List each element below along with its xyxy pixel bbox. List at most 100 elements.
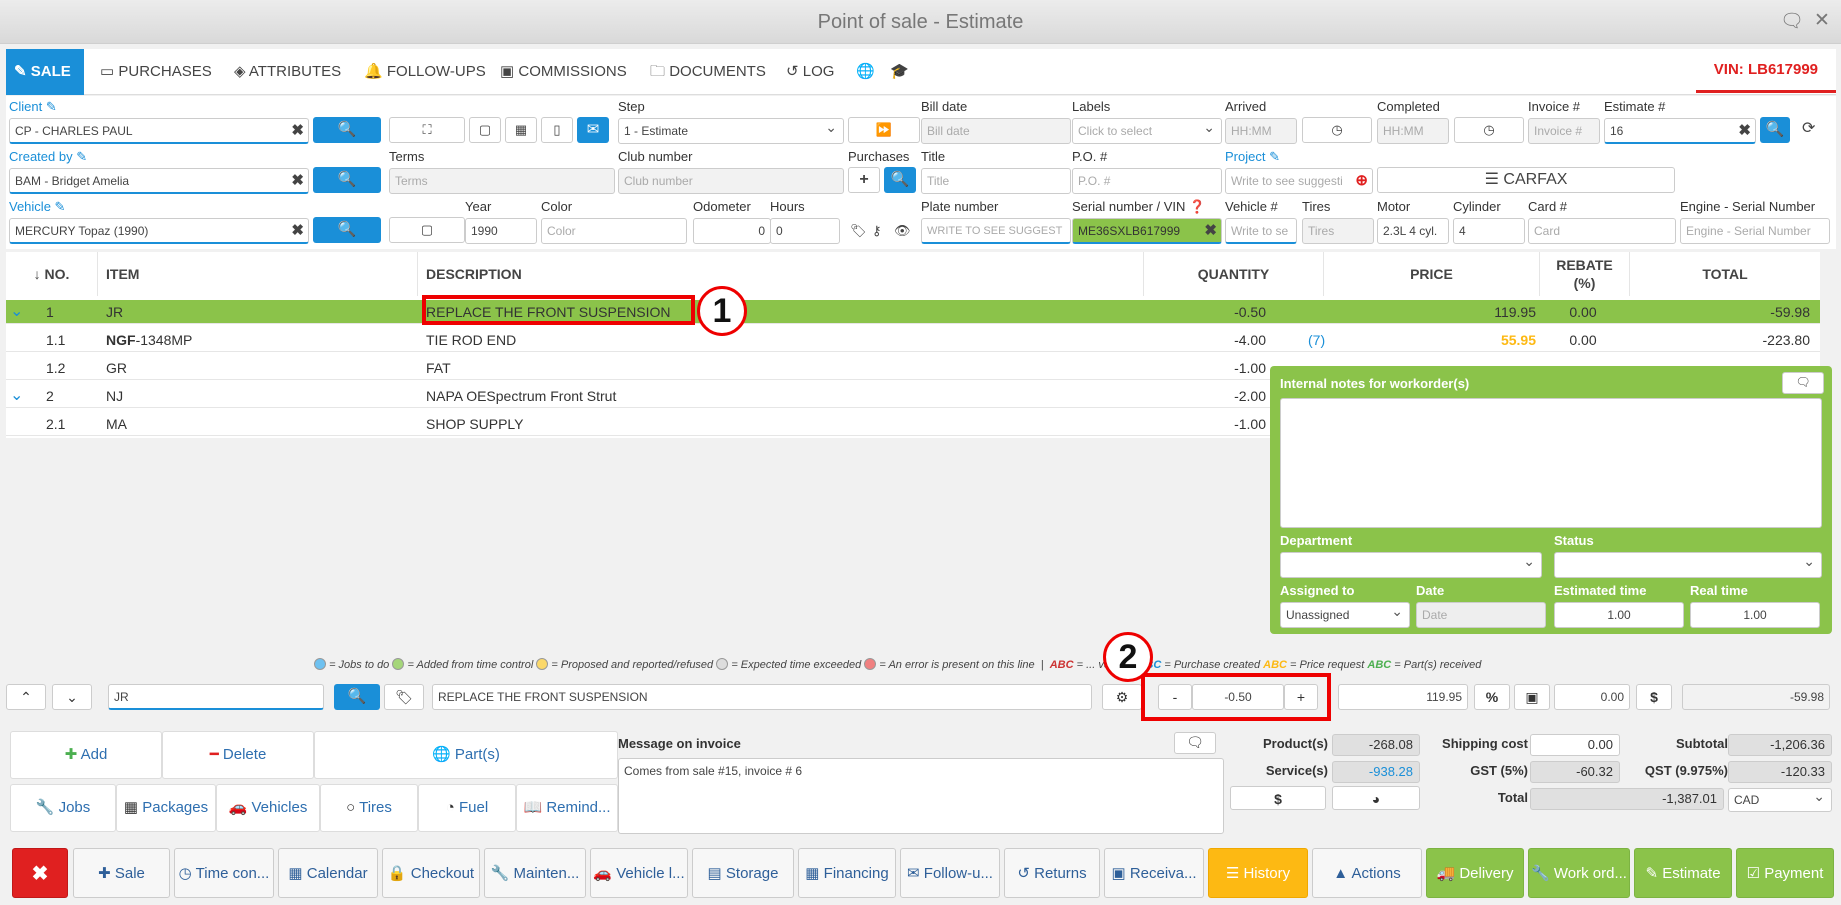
refresh-icon[interactable]: ⟳ xyxy=(1802,116,1815,142)
tab-commissions[interactable]: ▣ COMMISSIONS xyxy=(492,49,635,95)
vehicles-button[interactable]: 🚗 Vehicles xyxy=(216,784,320,832)
created-by-search-button[interactable]: 🔍 xyxy=(313,167,381,193)
rebate-input[interactable]: 0.00 xyxy=(1554,684,1630,710)
terms-input[interactable]: Terms xyxy=(389,168,615,194)
invoice-input[interactable]: Invoice # xyxy=(1528,118,1600,144)
footer-estimate-button[interactable]: ✎ Estimate xyxy=(1634,848,1732,898)
footer-time-control-button[interactable]: ◷ Time con... xyxy=(174,848,274,898)
message-textarea[interactable]: Comes from sale #15, invoice # 6 xyxy=(618,758,1224,834)
add-circle-icon[interactable]: ⊕ xyxy=(1355,169,1368,193)
chat-icon[interactable]: 🗨 xyxy=(1780,9,1804,33)
tires-input[interactable]: Tires xyxy=(1302,218,1374,244)
add-purchase-button[interactable]: + xyxy=(848,167,880,193)
completed-input[interactable]: HH:MM xyxy=(1377,118,1449,144)
jobs-button[interactable]: 🔧 Jobs xyxy=(10,784,116,832)
arrived-input[interactable]: HH:MM xyxy=(1225,118,1297,144)
tires-button[interactable]: ○ Tires xyxy=(320,784,418,832)
arrived-clock-button[interactable]: ◷ xyxy=(1302,117,1372,143)
description-input[interactable]: REPLACE THE FRONT SUSPENSION xyxy=(432,684,1092,710)
move-down-button[interactable]: ⌄ xyxy=(52,684,92,710)
delete-button[interactable]: ━ Delete xyxy=(162,731,314,779)
project-label[interactable]: Project ✎ xyxy=(1225,149,1280,165)
tab-documents[interactable]: 🗀 DOCUMENTS xyxy=(642,49,774,95)
created-by-input[interactable]: BAM - Bridget Amelia ✖ xyxy=(9,168,309,194)
estimated-time-input[interactable]: 1.00 xyxy=(1554,602,1684,628)
message-comment-button[interactable]: 🗨 xyxy=(1174,732,1216,754)
vehicle-label[interactable]: Vehicle ✎ xyxy=(9,199,65,215)
table-row[interactable]: ⌄ 1 JR REPLACE THE FRONT SUSPENSION -0.5… xyxy=(6,300,1820,324)
tag-button[interactable]: 🏷 xyxy=(384,684,424,710)
dollar-total-button[interactable]: $ xyxy=(1230,786,1326,810)
estimate-input[interactable]: 16 ✖ xyxy=(1604,118,1756,144)
next-step-button[interactable]: ⏩ xyxy=(848,117,920,143)
tab-attributes[interactable]: ◈ ATTRIBUTES xyxy=(226,49,349,95)
comment-icon[interactable]: 🗨 xyxy=(1782,372,1824,394)
footer-follow-up-button[interactable]: ✉ Follow-u... xyxy=(900,848,1000,898)
completed-clock-button[interactable]: ◷ xyxy=(1454,117,1524,143)
reminders-button[interactable]: 📖 Remind... xyxy=(516,784,618,832)
footer-vehicle-button[interactable]: 🚗 Vehicle l... xyxy=(590,848,688,898)
key-icon[interactable]: ⚷ xyxy=(872,218,882,244)
table-row[interactable]: 1.1 NGF-1348MP TIE ROD END -4.00 (7) 55.… xyxy=(6,328,1820,352)
footer-financing-button[interactable]: ▦ Financing xyxy=(798,848,896,898)
year-input[interactable]: 1990 xyxy=(465,218,537,244)
footer-checkout-button[interactable]: 🔒 Checkout xyxy=(382,848,480,898)
currency-select[interactable]: CAD xyxy=(1728,788,1832,812)
footer-payment-button[interactable]: ☑ Payment xyxy=(1736,848,1834,898)
step-select[interactable]: 1 - Estimate xyxy=(618,118,844,144)
graduation-cap-icon[interactable]: 🎓 xyxy=(882,49,917,95)
col-header-price[interactable]: PRICE xyxy=(1324,252,1540,296)
chevron-down-icon[interactable]: ⌄ xyxy=(10,385,23,405)
price-input[interactable]: 119.95 xyxy=(1338,684,1468,710)
assigned-to-select[interactable]: Unassigned xyxy=(1280,599,1410,628)
bill-date-input[interactable]: Bill date xyxy=(921,118,1071,144)
cylinder-input[interactable]: 4 xyxy=(1453,218,1525,244)
footer-actions-button[interactable]: ▲ Actions xyxy=(1312,848,1422,898)
footer-work-order-button[interactable]: 🔧 Work ord... xyxy=(1528,848,1630,898)
hours-input[interactable]: 0 xyxy=(770,218,840,244)
row-stock-count[interactable]: (7) xyxy=(1308,328,1325,352)
engine-serial-input[interactable]: Engine - Serial Number xyxy=(1680,218,1830,244)
footer-receivables-button[interactable]: ▣ Receiva... xyxy=(1104,848,1204,898)
col-header-no[interactable]: ↓ NO. xyxy=(6,252,98,296)
note-button[interactable]: ▢ xyxy=(469,117,501,143)
item-search-button[interactable]: 🔍 xyxy=(334,684,380,710)
clear-icon[interactable]: ✖ xyxy=(1738,119,1751,142)
serial-input[interactable]: ME36SXLB617999 ✖ xyxy=(1072,218,1222,244)
odometer-input[interactable]: 0 xyxy=(693,218,771,244)
col-header-description[interactable]: DESCRIPTION xyxy=(418,252,1144,296)
date-input[interactable]: Date xyxy=(1416,602,1546,628)
client-search-button[interactable]: 🔍 xyxy=(313,117,381,143)
clear-icon[interactable]: ✖ xyxy=(1204,219,1217,242)
settings-button[interactable]: ⚙ xyxy=(1102,684,1142,710)
money-button[interactable]: ▣ xyxy=(1514,684,1550,710)
motor-input[interactable]: 2.3L 4 cyl. xyxy=(1377,218,1449,244)
footer-history-button[interactable]: ☰ History xyxy=(1208,848,1308,898)
binoculars-button[interactable]: ⛶ xyxy=(389,117,465,143)
purchases-search-button[interactable]: 🔍 xyxy=(884,167,916,193)
tab-sale[interactable]: ✎ SALE xyxy=(6,49,84,95)
vehicle-search-button[interactable]: 🔍 xyxy=(313,217,381,243)
notes-textarea[interactable] xyxy=(1280,398,1822,528)
client-label[interactable]: Client ✎ xyxy=(9,99,57,115)
add-button[interactable]: ✚ Add xyxy=(10,731,162,779)
chevron-down-icon[interactable]: ⌄ xyxy=(10,301,23,321)
globe-icon[interactable]: 🌐 xyxy=(848,49,883,95)
col-header-rebate[interactable]: REBATE (%) xyxy=(1540,252,1630,296)
vehicle-note-button[interactable]: ▢ xyxy=(389,217,465,243)
footer-calendar-button[interactable]: ▦ Calendar xyxy=(278,848,378,898)
status-select[interactable] xyxy=(1554,549,1822,578)
dollar-button[interactable]: $ xyxy=(1636,684,1672,710)
move-up-button[interactable]: ⌃ xyxy=(6,684,46,710)
percent-button[interactable]: % xyxy=(1474,684,1510,710)
tab-purchases[interactable]: ▭ PURCHASES xyxy=(92,49,220,95)
cancel-button[interactable]: ✖ xyxy=(12,848,68,898)
packages-button[interactable]: ▦ Packages xyxy=(116,784,216,832)
fuel-button[interactable]: ◔ Fuel xyxy=(418,784,516,832)
title-input[interactable]: Title xyxy=(921,168,1071,194)
client-input[interactable]: CP - CHARLES PAUL ✖ xyxy=(9,118,309,144)
clear-icon[interactable]: ✖ xyxy=(291,119,304,142)
clear-icon[interactable]: ✖ xyxy=(291,169,304,192)
mobile-button[interactable]: ▯ xyxy=(541,117,573,143)
email-button[interactable]: ✉ xyxy=(577,117,609,143)
